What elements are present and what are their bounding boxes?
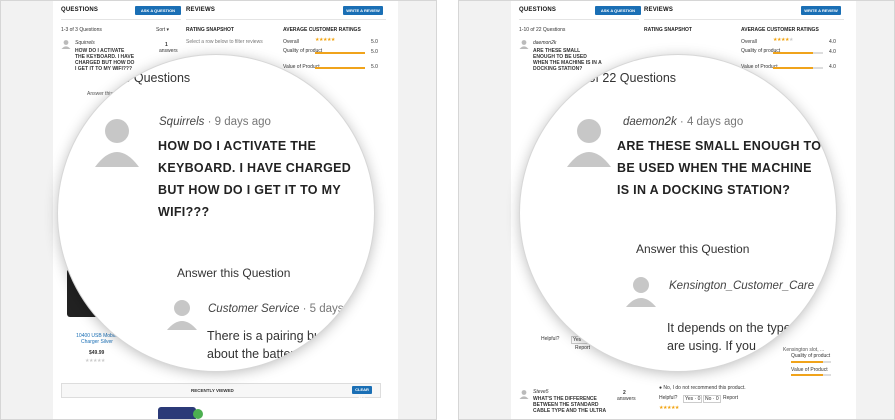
ask-question-button[interactable]: ASK A QUESTION [135,6,181,15]
question-count: 1-3 of 3 Questions [61,27,102,33]
question-line: BUT HOW DO I GET IT TO MY [158,183,341,197]
question-line: ARE THESE SMALL ENOUGH TO [617,139,822,153]
answer-line: about the battery [207,347,301,361]
quality-bar [773,52,823,54]
reviews-heading: REVIEWS [644,7,674,13]
lens-answer-text: It depends on the type of are using. If … [667,319,805,355]
no-vote-button-2[interactable]: No · 0 [703,395,721,403]
sort-dropdown[interactable]: Sort ▾ [156,27,169,33]
answer-line: It depends on the type of [667,321,805,335]
avg-ratings-label: AVERAGE CUSTOMER RATINGS [741,27,819,33]
user-avatar-icon [519,390,529,399]
divider [519,19,639,20]
lens-answer-author: Customer Service · 5 days ago [208,303,366,315]
divider [644,19,844,20]
answer-age: · 5 days ago [302,303,366,315]
reviews-heading: REVIEWS [186,7,216,13]
question-line: BE USED WHEN THE MACHINE [617,161,812,175]
question-text-preview-2[interactable]: WHAT'S THE DIFFERENCE BETWEEN THE STANDA… [533,396,608,414]
value-bar-small [791,374,831,376]
divider [61,19,181,20]
user-avatar-icon [519,40,529,49]
user-avatar-icon [626,277,656,307]
lens-answer-author: Kensington_Customer_Care [669,280,815,292]
write-review-button[interactable]: WRITE A REVIEW [801,6,841,15]
magnifier-lens-right: 1-10 of 22 Questions daemon2k · 4 days a… [520,55,836,371]
lens-question-author: Squirrels · 9 days ago [159,116,271,128]
post-age: · 9 days ago [207,116,271,128]
recommend-label: No, I do not recommend this product. [663,385,746,391]
lens-question-count: 1-3 of 3 Questions [88,71,191,85]
question-line: IS IN A DOCKING STATION? [617,183,791,197]
question-author: daemon2k [533,40,557,46]
lens-question-text[interactable]: ARE THESE SMALL ENOUGH TO BE USED WHEN T… [617,135,827,201]
answers-label-2: answers [617,396,636,402]
question-line: KEYBOARD. I HAVE CHARGED [158,161,352,175]
review-stars: ★★★★★ [659,405,679,411]
user-avatar-icon [95,119,139,167]
author-name: Squirrels [159,116,205,128]
filter-hint: Select a row below to filter reviews [186,39,263,45]
question-author-2: Steve5 [533,389,549,395]
recently-viewed-heading: RECENTLY VIEWED [191,388,234,393]
rating-snapshot-label: RATING SNAPSHOT [644,27,692,33]
question-count: 1-10 of 22 Questions [519,27,566,33]
avg-ratings-label: AVERAGE CUSTOMER RATINGS [283,27,361,33]
lens-answer-text: There is a pairing button about the batt… [207,327,342,363]
divider [186,19,386,20]
rating-label-overall: Overall [741,39,757,45]
ask-question-button[interactable]: ASK A QUESTION [595,6,641,15]
question-line: WIFI??? [158,205,210,219]
answers-label: answers [159,48,178,54]
clear-all-button[interactable]: CLEAR ALL [352,386,372,400]
question-author: Squirrels [75,40,95,46]
rating-snapshot-label: RATING SNAPSHOT [186,27,234,33]
magnifier-lens-left: 1-3 of 3 Questions Squirrels · 9 days ag… [58,55,374,371]
questions-heading: QUESTIONS [519,7,557,13]
user-avatar-icon [167,300,197,330]
rating-value-overall: 4.0 [829,39,836,45]
author-name: daemon2k [623,116,677,128]
answer-line: are using. If you [667,339,756,353]
post-age: · 4 days ago [679,116,744,128]
user-avatar-icon [567,119,611,167]
yes-vote-button-2[interactable]: Yes · 0 [683,395,703,403]
answer-line: There is a pairing button [207,329,342,343]
user-avatar-icon [61,40,71,49]
rating-value-overall: 5.0 [371,39,378,45]
lens-question-author: daemon2k · 4 days ago [623,116,743,128]
lens-question-count: 1-10 of 22 Questions [560,71,677,85]
answer-author-name: Customer Service [208,303,300,315]
questions-heading: QUESTIONS [61,7,99,13]
overall-stars: ★★★★★ [315,37,335,43]
report-link-2[interactable]: Report [723,395,738,401]
answer-this-question-link[interactable]: Answer this Question [636,242,749,256]
helpful-label-2: Helpful? [659,395,678,401]
badge-icon [193,409,203,419]
recommend-text: ● No, I do not recommend this product. [659,385,746,391]
rating-label-overall: Overall [283,39,299,45]
question-line: HOW DO I ACTIVATE THE [158,139,317,153]
answer-this-question-link[interactable]: Answer this Question [177,266,290,280]
quality-bar [315,52,365,54]
write-review-button[interactable]: WRITE A REVIEW [343,6,383,15]
recently-viewed-product-image[interactable] [158,407,196,419]
lens-question-text[interactable]: HOW DO I ACTIVATE THE KEYBOARD. I HAVE C… [158,135,358,223]
overall-stars: ★★★★★ [773,37,793,43]
